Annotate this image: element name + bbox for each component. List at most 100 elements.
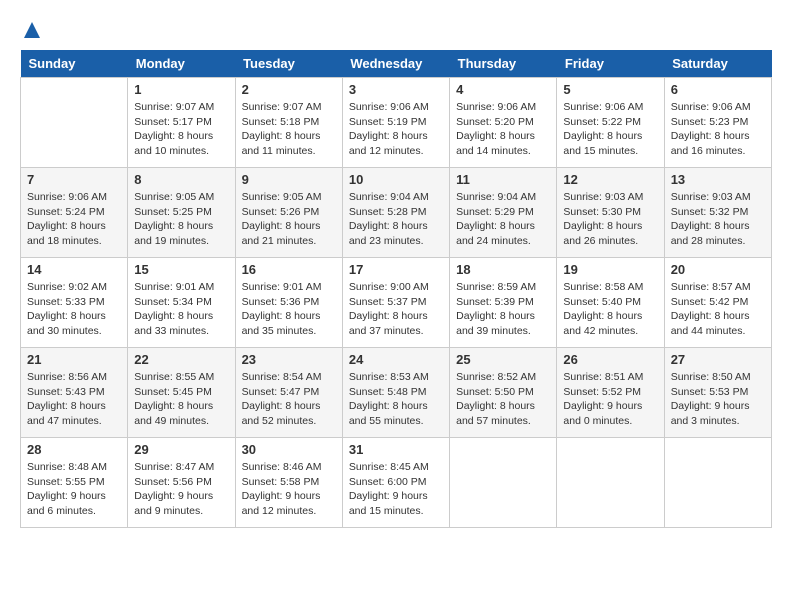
day-header-saturday: Saturday xyxy=(664,50,771,78)
date-number: 16 xyxy=(242,262,336,277)
cell-info: Sunrise: 9:07 AMSunset: 5:17 PMDaylight:… xyxy=(134,100,228,159)
calendar-week-2: 7Sunrise: 9:06 AMSunset: 5:24 PMDaylight… xyxy=(21,168,772,258)
date-number: 3 xyxy=(349,82,443,97)
calendar-cell: 30 Sunrise: 8:46 AMSunset: 5:58 PMDayligh… xyxy=(235,438,342,528)
day-header-tuesday: Tuesday xyxy=(235,50,342,78)
calendar-cell: 18 Sunrise: 8:59 AMSunset: 5:39 PMDayligh… xyxy=(450,258,557,348)
calendar-cell: 4 Sunrise: 9:06 AMSunset: 5:20 PMDaylight… xyxy=(450,78,557,168)
cell-info: Sunrise: 8:56 AMSunset: 5:43 PMDaylight:… xyxy=(27,370,121,429)
cell-info: Sunrise: 8:54 AMSunset: 5:47 PMDaylight:… xyxy=(242,370,336,429)
cell-info: Sunrise: 8:53 AMSunset: 5:48 PMDaylight:… xyxy=(349,370,443,429)
calendar-body: 1 Sunrise: 9:07 AMSunset: 5:17 PMDaylight… xyxy=(21,78,772,528)
calendar-cell: 26Sunrise: 8:51 AMSunset: 5:52 PMDayligh… xyxy=(557,348,664,438)
calendar-cell: 27Sunrise: 8:50 AMSunset: 5:53 PMDayligh… xyxy=(664,348,771,438)
cell-info: Sunrise: 8:48 AMSunset: 5:55 PMDaylight:… xyxy=(27,460,121,519)
calendar-cell: 13 Sunrise: 9:03 AMSunset: 5:32 PMDayligh… xyxy=(664,168,771,258)
date-number: 8 xyxy=(134,172,228,187)
date-number: 30 xyxy=(242,442,336,457)
calendar-cell: 7Sunrise: 9:06 AMSunset: 5:24 PMDaylight… xyxy=(21,168,128,258)
calendar-cell: 23 Sunrise: 8:54 AMSunset: 5:47 PMDayligh… xyxy=(235,348,342,438)
cell-info: Sunrise: 8:59 AMSunset: 5:39 PMDaylight:… xyxy=(456,280,550,339)
cell-info: Sunrise: 8:45 AMSunset: 6:00 PMDaylight:… xyxy=(349,460,443,519)
calendar-cell: 24 Sunrise: 8:53 AMSunset: 5:48 PMDayligh… xyxy=(342,348,449,438)
calendar-cell: 28 Sunrise: 8:48 AMSunset: 5:55 PMDayligh… xyxy=(21,438,128,528)
calendar-cell: 11 Sunrise: 9:04 AMSunset: 5:29 PMDayligh… xyxy=(450,168,557,258)
cell-info: Sunrise: 8:57 AMSunset: 5:42 PMDaylight:… xyxy=(671,280,765,339)
date-number: 22 xyxy=(134,352,228,367)
cell-info: Sunrise: 9:06 AMSunset: 5:24 PMDaylight:… xyxy=(27,190,121,249)
date-number: 14 xyxy=(27,262,121,277)
day-header-thursday: Thursday xyxy=(450,50,557,78)
cell-info: Sunrise: 9:01 AMSunset: 5:34 PMDaylight:… xyxy=(134,280,228,339)
calendar-cell: 22 Sunrise: 8:55 AMSunset: 5:45 PMDayligh… xyxy=(128,348,235,438)
cell-info: Sunrise: 8:52 AMSunset: 5:50 PMDaylight:… xyxy=(456,370,550,429)
date-number: 20 xyxy=(671,262,765,277)
cell-info: Sunrise: 9:05 AMSunset: 5:26 PMDaylight:… xyxy=(242,190,336,249)
cell-info: Sunrise: 9:03 AMSunset: 5:30 PMDaylight:… xyxy=(563,190,657,249)
calendar-cell: 3Sunrise: 9:06 AMSunset: 5:19 PMDaylight… xyxy=(342,78,449,168)
day-header-monday: Monday xyxy=(128,50,235,78)
cell-info: Sunrise: 9:03 AMSunset: 5:32 PMDaylight:… xyxy=(671,190,765,249)
calendar-cell xyxy=(450,438,557,528)
date-number: 10 xyxy=(349,172,443,187)
date-number: 26 xyxy=(563,352,657,367)
calendar-cell: 2 Sunrise: 9:07 AMSunset: 5:18 PMDaylight… xyxy=(235,78,342,168)
calendar-cell xyxy=(21,78,128,168)
date-number: 24 xyxy=(349,352,443,367)
calendar-cell: 19 Sunrise: 8:58 AMSunset: 5:40 PMDayligh… xyxy=(557,258,664,348)
logo xyxy=(20,20,42,40)
cell-info: Sunrise: 9:06 AMSunset: 5:20 PMDaylight:… xyxy=(456,100,550,159)
date-number: 18 xyxy=(456,262,550,277)
calendar-cell: 15 Sunrise: 9:01 AMSunset: 5:34 PMDayligh… xyxy=(128,258,235,348)
calendar-cell xyxy=(557,438,664,528)
cell-info: Sunrise: 8:58 AMSunset: 5:40 PMDaylight:… xyxy=(563,280,657,339)
date-number: 9 xyxy=(242,172,336,187)
date-number: 2 xyxy=(242,82,336,97)
date-number: 13 xyxy=(671,172,765,187)
cell-info: Sunrise: 8:55 AMSunset: 5:45 PMDaylight:… xyxy=(134,370,228,429)
calendar-cell: 10 Sunrise: 9:04 AMSunset: 5:28 PMDayligh… xyxy=(342,168,449,258)
cell-info: Sunrise: 9:04 AMSunset: 5:28 PMDaylight:… xyxy=(349,190,443,249)
calendar-week-4: 21Sunrise: 8:56 AMSunset: 5:43 PMDayligh… xyxy=(21,348,772,438)
day-header-sunday: Sunday xyxy=(21,50,128,78)
date-number: 19 xyxy=(563,262,657,277)
cell-info: Sunrise: 9:06 AMSunset: 5:22 PMDaylight:… xyxy=(563,100,657,159)
date-number: 1 xyxy=(134,82,228,97)
date-number: 6 xyxy=(671,82,765,97)
date-number: 15 xyxy=(134,262,228,277)
date-number: 31 xyxy=(349,442,443,457)
day-header-row: SundayMondayTuesdayWednesdayThursdayFrid… xyxy=(21,50,772,78)
date-number: 4 xyxy=(456,82,550,97)
calendar-cell: 14Sunrise: 9:02 AMSunset: 5:33 PMDayligh… xyxy=(21,258,128,348)
calendar-cell: 9 Sunrise: 9:05 AMSunset: 5:26 PMDaylight… xyxy=(235,168,342,258)
cell-info: Sunrise: 9:05 AMSunset: 5:25 PMDaylight:… xyxy=(134,190,228,249)
calendar-cell: 21Sunrise: 8:56 AMSunset: 5:43 PMDayligh… xyxy=(21,348,128,438)
calendar-cell: 5 Sunrise: 9:06 AMSunset: 5:22 PMDaylight… xyxy=(557,78,664,168)
date-number: 17 xyxy=(349,262,443,277)
day-header-wednesday: Wednesday xyxy=(342,50,449,78)
calendar-week-5: 28 Sunrise: 8:48 AMSunset: 5:55 PMDayligh… xyxy=(21,438,772,528)
cell-info: Sunrise: 9:04 AMSunset: 5:29 PMDaylight:… xyxy=(456,190,550,249)
cell-info: Sunrise: 8:47 AMSunset: 5:56 PMDaylight:… xyxy=(134,460,228,519)
calendar-cell: 1 Sunrise: 9:07 AMSunset: 5:17 PMDaylight… xyxy=(128,78,235,168)
date-number: 25 xyxy=(456,352,550,367)
calendar-cell: 8 Sunrise: 9:05 AMSunset: 5:25 PMDaylight… xyxy=(128,168,235,258)
day-header-friday: Friday xyxy=(557,50,664,78)
logo-icon xyxy=(22,20,42,40)
date-number: 5 xyxy=(563,82,657,97)
calendar-cell: 25 Sunrise: 8:52 AMSunset: 5:50 PMDayligh… xyxy=(450,348,557,438)
cell-info: Sunrise: 9:07 AMSunset: 5:18 PMDaylight:… xyxy=(242,100,336,159)
date-number: 23 xyxy=(242,352,336,367)
cell-info: Sunrise: 9:00 AMSunset: 5:37 PMDaylight:… xyxy=(349,280,443,339)
cell-info: Sunrise: 9:06 AMSunset: 5:23 PMDaylight:… xyxy=(671,100,765,159)
date-number: 28 xyxy=(27,442,121,457)
cell-info: Sunrise: 8:46 AMSunset: 5:58 PMDaylight:… xyxy=(242,460,336,519)
calendar-cell: 6 Sunrise: 9:06 AMSunset: 5:23 PMDaylight… xyxy=(664,78,771,168)
calendar-cell: 29Sunrise: 8:47 AMSunset: 5:56 PMDayligh… xyxy=(128,438,235,528)
cell-info: Sunrise: 9:01 AMSunset: 5:36 PMDaylight:… xyxy=(242,280,336,339)
calendar-cell xyxy=(664,438,771,528)
date-number: 12 xyxy=(563,172,657,187)
calendar-week-3: 14Sunrise: 9:02 AMSunset: 5:33 PMDayligh… xyxy=(21,258,772,348)
date-number: 11 xyxy=(456,172,550,187)
calendar-cell: 16 Sunrise: 9:01 AMSunset: 5:36 PMDayligh… xyxy=(235,258,342,348)
